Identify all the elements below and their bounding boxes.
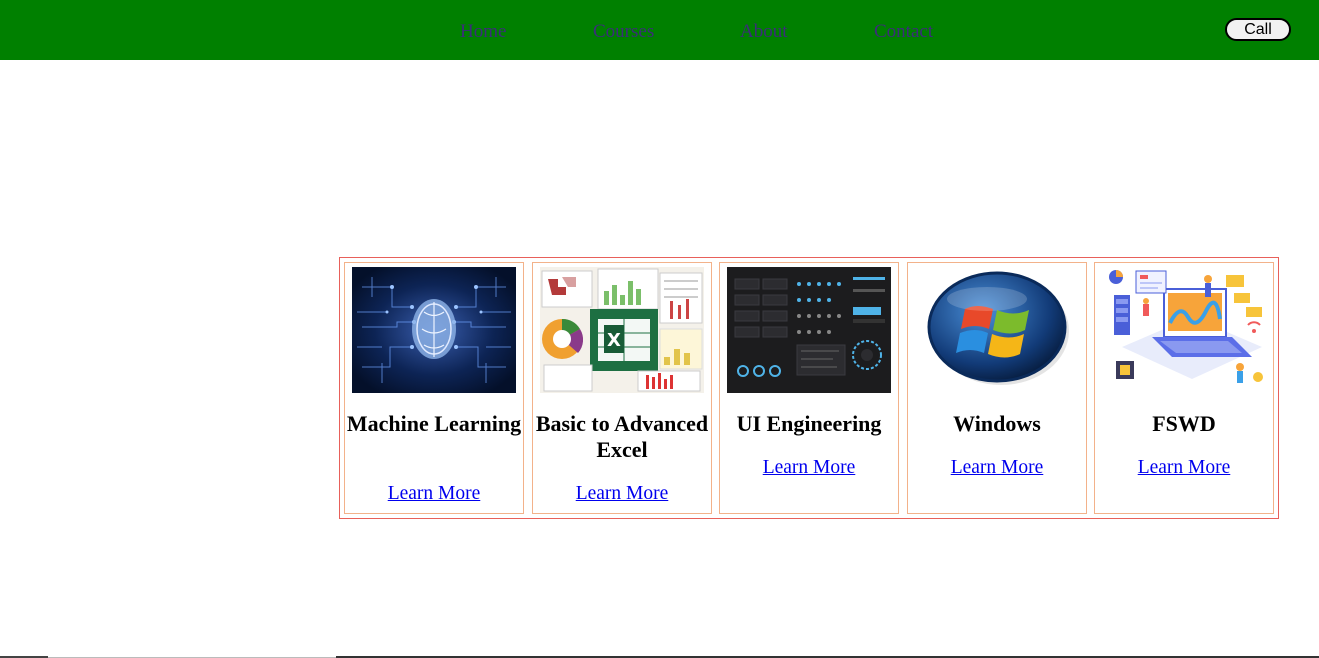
nav-home-link[interactable]: Home [460,20,506,44]
windows-logo-image [915,267,1079,393]
excel-logo-image: X [540,267,704,393]
course-title: Windows [953,411,1041,436]
ui-kit-image [727,267,891,393]
learn-more-link[interactable]: Learn More [908,457,1086,479]
courses-container: Machine Learning Learn More X Basic to A… [339,257,1279,519]
course-card-windows: Windows Learn More [907,262,1087,514]
fullstack-illustration-image [1102,267,1266,393]
learn-more-link[interactable]: Learn More [533,483,711,505]
course-card-excel: X Basic to Advanced Excel Learn More [532,262,712,514]
course-title: Basic to Advanced Excel [535,411,709,462]
course-title: Machine Learning [346,411,522,436]
course-card-machine-learning: Machine Learning Learn More [344,262,524,514]
course-title: FSWD [1152,411,1216,436]
course-title: UI Engineering [736,411,882,436]
svg-text:X: X [607,330,621,351]
nav-about-link[interactable]: About [740,20,788,44]
learn-more-link[interactable]: Learn More [720,457,898,479]
nav-courses-link[interactable]: Courses [593,20,654,44]
call-button[interactable]: Call [1225,18,1291,41]
course-card-fswd: FSWD Learn More [1094,262,1274,514]
learn-more-link[interactable]: Learn More [345,483,523,505]
learn-more-link[interactable]: Learn More [1095,457,1273,479]
course-card-ui-engineering: UI Engineering Learn More [719,262,899,514]
nav-contact-link[interactable]: Contact [874,20,933,44]
brain-circuit-image [352,267,516,393]
navbar: Home Courses About Contact Call [0,0,1319,60]
